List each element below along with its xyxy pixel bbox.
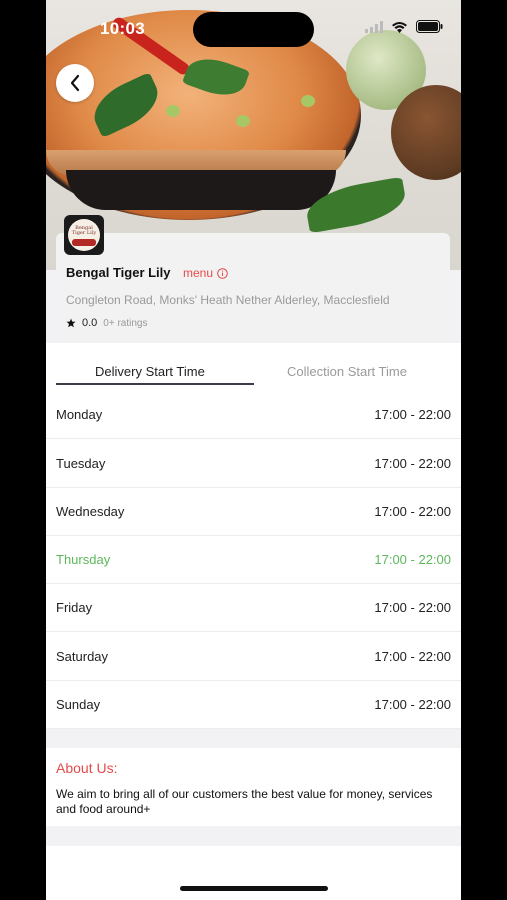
- star-icon: [66, 318, 76, 328]
- hours-value: 17:00 - 22:00: [374, 504, 451, 519]
- bottom-section: [46, 846, 461, 900]
- day-label: Wednesday: [56, 504, 125, 519]
- active-tab-indicator: [56, 383, 254, 385]
- wifi-icon: [392, 21, 407, 33]
- dynamic-island: [193, 12, 314, 47]
- hours-value: 17:00 - 22:00: [374, 697, 451, 712]
- tab-collection-start-time[interactable]: Collection Start Time: [287, 364, 407, 379]
- schedule-row-saturday: Saturday 17:00 - 22:00: [46, 632, 461, 681]
- schedule-row-friday: Friday 17:00 - 22:00: [46, 583, 461, 632]
- rating-value: 0.0: [82, 317, 98, 329]
- schedule-row-monday: Monday 17:00 - 22:00: [46, 390, 461, 439]
- schedule-row-thursday: Thursday 17:00 - 22:00: [46, 535, 461, 584]
- schedule-row-sunday: Sunday 17:00 - 22:00: [46, 680, 461, 729]
- hours-value: 17:00 - 22:00: [374, 600, 451, 615]
- menu-link[interactable]: menu: [183, 266, 228, 280]
- day-label: Tuesday: [56, 456, 106, 471]
- app-screen: 10:03 Bengal Tiger Lily Bengal Tiger Lil…: [46, 0, 461, 900]
- signal-icon: [365, 20, 383, 33]
- day-label: Saturday: [56, 649, 109, 664]
- day-label: Thursday: [56, 552, 111, 567]
- hours-value: 17:00 - 22:00: [374, 649, 451, 664]
- chevron-left-icon: [70, 74, 80, 92]
- tab-delivery-start-time[interactable]: Delivery Start Time: [95, 364, 205, 379]
- info-icon: [217, 267, 228, 279]
- schedule-row-wednesday: Wednesday 17:00 - 22:00: [46, 487, 461, 536]
- menu-label: menu: [183, 266, 214, 280]
- day-label: Monday: [56, 407, 103, 422]
- rating-count: 0+ ratings: [103, 317, 148, 329]
- day-label: Sunday: [56, 697, 101, 712]
- status-time: 10:03: [100, 19, 145, 38]
- about-title: About Us:: [56, 760, 118, 776]
- restaurant-logo: Bengal Tiger Lily: [64, 215, 104, 255]
- hours-value: 17:00 - 22:00: [374, 456, 451, 471]
- schedule-row-tuesday: Tuesday 17:00 - 22:00: [46, 439, 461, 488]
- rating: 0.0 0+ ratings: [66, 317, 148, 329]
- about-text: We aim to bring all of our customers the…: [56, 787, 433, 816]
- home-indicator[interactable]: [180, 886, 328, 891]
- hours-value: 17:00 - 22:00: [374, 407, 451, 422]
- day-label: Friday: [56, 600, 93, 615]
- hours-value: 17:00 - 22:00: [374, 552, 451, 567]
- about-section: About Us: We aim to bring all of our cus…: [46, 748, 461, 826]
- restaurant-name: Bengal Tiger Lily: [66, 265, 171, 280]
- status-icons: [365, 20, 443, 33]
- restaurant-address: Congleton Road, Monks' Heath Nether Alde…: [66, 293, 390, 307]
- back-button[interactable]: [56, 64, 94, 102]
- battery-icon: [416, 20, 443, 33]
